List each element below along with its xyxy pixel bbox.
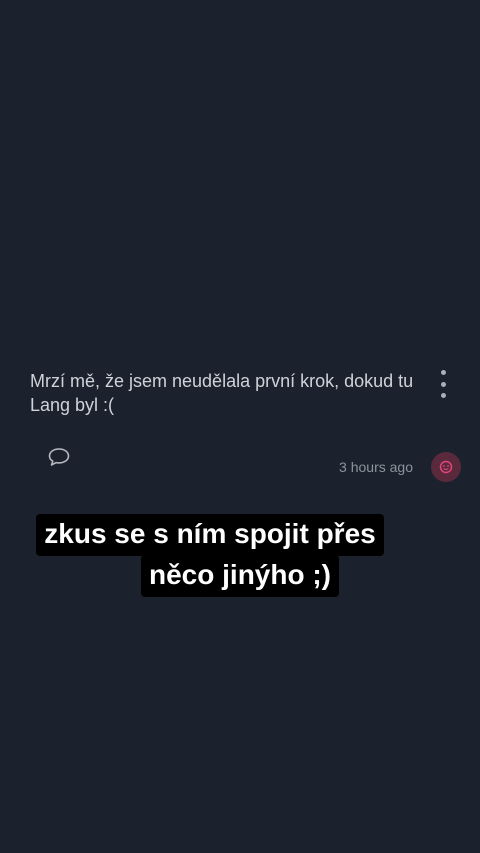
comment-bubble-icon	[48, 448, 70, 466]
caption-line-1: zkus se s ním spojit přes	[36, 514, 384, 556]
more-options-button[interactable]	[432, 370, 454, 398]
reaction-button[interactable]	[431, 452, 461, 482]
more-vertical-icon	[440, 370, 446, 375]
more-vertical-icon-dot	[440, 381, 446, 387]
reaction-icon	[439, 460, 453, 474]
comment-timestamp: 3 hours ago	[339, 459, 413, 475]
caption-line-2: něco jinýho ;)	[141, 555, 339, 597]
comment-card: Mrzí mě, že jsem neudělala první krok, d…	[0, 0, 480, 853]
comment-text: Mrzí mě, že jsem neudělala první krok, d…	[30, 371, 414, 415]
video-caption: zkus se s ním spojit přes něco jinýho ;)	[0, 514, 480, 597]
more-vertical-icon-dot	[440, 393, 446, 398]
reply-button[interactable]	[46, 445, 72, 469]
